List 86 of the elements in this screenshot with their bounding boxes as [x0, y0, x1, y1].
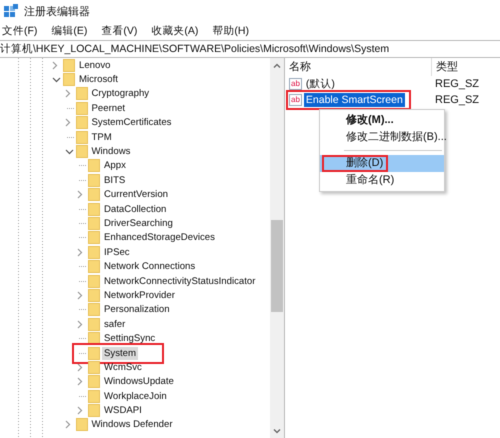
tree-connector — [79, 208, 86, 210]
column-header[interactable]: 名称 — [285, 58, 432, 76]
folder-icon — [88, 318, 100, 331]
tree-item[interactable]: System — [102, 346, 138, 360]
tree-connector — [79, 280, 86, 282]
menu-item[interactable]: 编辑(E) — [51, 24, 88, 38]
tree-item[interactable]: WorkplaceJoin — [102, 390, 169, 403]
tree-item[interactable]: WindowsUpdate — [102, 375, 176, 388]
tree-item[interactable]: Lenovo — [77, 58, 112, 72]
tree-item[interactable]: Windows — [90, 145, 132, 158]
tree-connector — [79, 396, 86, 397]
tree-item[interactable]: safer — [102, 318, 128, 331]
tree-item[interactable]: Network Connections — [102, 260, 198, 274]
menu-item[interactable]: 修改(M)... — [320, 112, 444, 129]
menu-item[interactable]: 修改二进制数据(B)... — [320, 129, 444, 146]
value-type: REG_SZ — [434, 78, 480, 90]
menu-item[interactable]: 重命名(R) — [320, 172, 444, 189]
folder-icon — [88, 188, 100, 202]
folder-icon — [76, 116, 88, 130]
menu-item[interactable]: 帮助(H) — [212, 24, 249, 38]
folder-icon — [88, 375, 100, 388]
tree-item[interactable]: DriverSearching — [102, 216, 175, 230]
tree-connector — [79, 237, 86, 238]
tree-item[interactable]: Cryptography — [90, 87, 152, 100]
tree-connector — [79, 222, 86, 224]
tree-item[interactable]: Peernet — [90, 102, 128, 115]
tree-connector — [79, 165, 86, 166]
folder-icon — [88, 260, 100, 274]
folder-icon — [88, 231, 100, 244]
value-name[interactable]: Enable SmartScreen — [304, 93, 405, 107]
folder-icon — [88, 332, 100, 346]
menu-item[interactable]: 删除(D) — [320, 155, 444, 172]
folder-icon — [76, 145, 88, 158]
tree-item[interactable]: Microsoft — [77, 73, 120, 86]
tree-item[interactable]: WcmSvc — [102, 360, 144, 374]
address-bar[interactable]: 计算机\HKEY_LOCAL_MACHINE\SOFTWARE\Policies\Microsoft\Windows\System — [0, 40, 500, 58]
string-value-icon: ab — [289, 78, 302, 90]
folder-icon — [88, 246, 100, 259]
folder-icon — [88, 216, 100, 230]
folder-icon — [88, 346, 100, 360]
folder-icon — [88, 174, 100, 187]
folder-icon — [88, 274, 100, 288]
tree-item[interactable]: NetworkProvider — [102, 288, 177, 302]
tree-connector — [66, 108, 74, 109]
folder-icon — [88, 360, 100, 374]
tree-item[interactable]: CurrentVersion — [102, 188, 170, 202]
folder-icon — [76, 87, 88, 100]
folder-icon — [88, 288, 100, 302]
tree-connector — [79, 338, 86, 340]
folder-icon — [88, 404, 100, 418]
folder-icon — [76, 418, 88, 432]
tree-item[interactable]: SystemCertificates — [90, 116, 174, 130]
app-icon — [4, 4, 18, 18]
folder-icon — [76, 102, 88, 115]
tree-item[interactable]: TPM — [90, 130, 114, 144]
folder-icon — [63, 73, 75, 86]
tree-item[interactable]: Appx — [102, 159, 128, 172]
tree-connector — [79, 266, 86, 268]
tree-item[interactable]: Personalization — [102, 303, 172, 316]
string-value-icon: ab — [289, 94, 302, 106]
tree-connector — [79, 352, 86, 354]
folder-icon — [88, 202, 100, 216]
tree-connector — [79, 180, 86, 181]
folder-icon — [76, 130, 88, 144]
folder-icon — [63, 58, 75, 72]
window-title: 注册表编辑器 — [24, 4, 90, 18]
scrollbar-thumb[interactable] — [271, 220, 283, 312]
menu-item[interactable]: 文件(F) — [2, 24, 38, 38]
tree-item[interactable]: NetworkConnectivityStatusIndicator — [102, 274, 258, 288]
tree-item[interactable]: Windows Defender — [90, 418, 175, 432]
menu-item[interactable]: 查看(V) — [101, 24, 138, 38]
value-type: REG_SZ — [434, 94, 480, 106]
tree-item[interactable]: EnhancedStorageDevices — [102, 231, 217, 244]
tree-item[interactable]: DataCollection — [102, 202, 168, 216]
tree-item[interactable]: WSDAPI — [102, 404, 144, 418]
value-name[interactable]: (默认) — [304, 77, 337, 91]
tree-item[interactable]: SettingSync — [102, 332, 158, 346]
tree-item[interactable]: IPSec — [102, 246, 132, 259]
scrollbar[interactable] — [270, 58, 284, 438]
column-header[interactable]: 类型 — [432, 58, 500, 76]
menu-item[interactable]: 收藏夹(A) — [151, 24, 198, 38]
folder-icon — [88, 159, 100, 172]
folder-icon — [88, 390, 100, 403]
folder-icon — [88, 303, 100, 316]
tree-connector — [79, 309, 86, 310]
tree-item[interactable]: BITS — [102, 174, 128, 187]
